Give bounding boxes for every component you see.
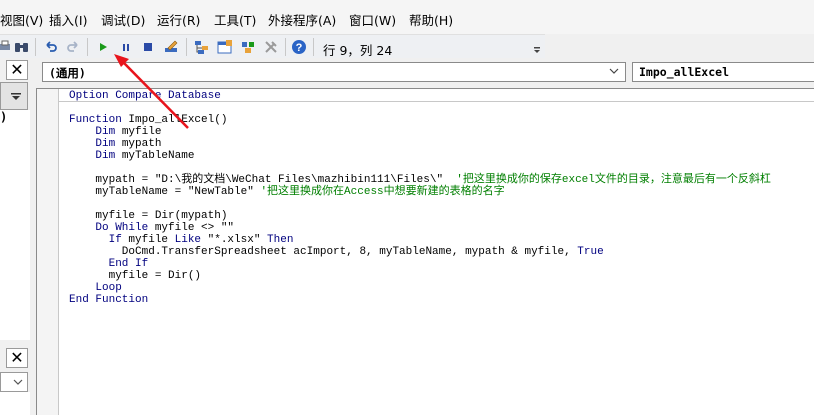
- code-text: Function Impo_allExcel(): [69, 114, 228, 126]
- run-icon[interactable]: [94, 38, 112, 56]
- code-text: Option Compare Database: [69, 90, 221, 102]
- code-text: myfile = Dir(): [69, 270, 202, 282]
- menu-bar: 视图(V) 插入(I) 调试(D) 运行(R) 工具(T) 外接程序(A) 窗口…: [0, 0, 814, 34]
- chevron-down-icon: [13, 379, 23, 385]
- toolbar-options-icon[interactable]: [533, 39, 541, 55]
- code-line[interactable]: Option Compare Database: [69, 90, 221, 102]
- design-mode-icon[interactable]: [162, 38, 180, 56]
- code-line[interactable]: Dim myTableName: [69, 150, 194, 162]
- object-dropdown[interactable]: (通用): [42, 62, 626, 82]
- properties-grid[interactable]: [0, 392, 30, 415]
- code-line[interactable]: myTableName = "NewTable" '把这里换成你在Access中…: [69, 186, 505, 198]
- code-line[interactable]: myfile = Dir(): [69, 270, 201, 282]
- tree-item-fragment: ): [0, 110, 8, 124]
- close-icon: ✕: [10, 62, 24, 79]
- menu-view[interactable]: 视图(V): [0, 10, 43, 29]
- help-icon[interactable]: ?: [290, 38, 308, 56]
- code-line[interactable]: Function Impo_allExcel(): [69, 114, 227, 126]
- code-line[interactable]: End Function: [69, 294, 148, 306]
- menu-tools[interactable]: 工具(T): [214, 10, 256, 29]
- margin-indicator-bar[interactable]: [37, 89, 59, 415]
- standard-toolbar: ? 行 9，列 24: [0, 34, 545, 58]
- undo-icon[interactable]: [42, 38, 60, 56]
- code-line[interactable]: Dim myfile: [69, 126, 161, 138]
- code-text: DoCmd.TransferSpreadsheet acImport, 8, m…: [69, 246, 604, 258]
- menu-help[interactable]: 帮助(H): [409, 10, 453, 29]
- cursor-position: 行 9，列 24: [323, 43, 393, 58]
- code-text: If myfile Like "*.xlsx" Then: [108, 234, 294, 246]
- menu-debug[interactable]: 调试(D): [101, 10, 145, 29]
- chevron-down-icon: [609, 66, 619, 77]
- code-line[interactable]: Dim mypath: [69, 138, 161, 150]
- reset-icon[interactable]: [139, 38, 157, 56]
- menu-run[interactable]: 运行(R): [157, 10, 200, 29]
- code-editor[interactable]: Option Compare Database Function Impo_all…: [36, 88, 814, 415]
- code-text: End Function: [69, 294, 149, 306]
- toolbox-icon[interactable]: [262, 38, 280, 56]
- code-text: myTableName = "NewTable": [69, 186, 261, 198]
- toolbar-separator: [87, 38, 88, 56]
- code-text: myfile = Dir(mypath): [69, 210, 228, 222]
- toolbar-separator: [313, 38, 314, 56]
- svg-text:?: ?: [296, 42, 303, 54]
- code-text: Loop: [95, 282, 122, 294]
- properties-pane-close-button[interactable]: ✕: [6, 348, 28, 368]
- close-icon: ✕: [10, 350, 24, 367]
- code-line[interactable]: Loop: [69, 282, 122, 294]
- break-icon[interactable]: [117, 38, 135, 56]
- print-icon[interactable]: [0, 38, 14, 56]
- menu-addins[interactable]: 外接程序(A): [268, 10, 336, 29]
- code-line[interactable]: myfile = Dir(mypath): [69, 210, 227, 222]
- code-text: Dim myTableName: [95, 150, 195, 162]
- redo-icon[interactable]: [64, 38, 82, 56]
- project-pane-toolbar: [0, 82, 28, 110]
- code-text: Dim mypath: [95, 138, 162, 150]
- code-text: End If: [108, 258, 149, 270]
- code-line[interactable]: mypath = "D:\我的文档\WeChat Files\mazhibin1…: [69, 174, 771, 186]
- menu-window[interactable]: 窗口(W): [349, 10, 396, 29]
- procedure-dropdown-value: Impo_allExcel: [639, 65, 730, 79]
- code-line[interactable]: End If: [69, 258, 149, 270]
- object-dropdown-value: (通用): [49, 66, 86, 80]
- code-comment: '把这里换成你在Access中想要新建的表格的名字: [260, 186, 505, 198]
- code-text: Do While myfile <> "": [95, 222, 235, 234]
- code-line[interactable]: If myfile Like "*.xlsx" Then: [69, 234, 294, 246]
- project-explorer-icon[interactable]: [193, 38, 211, 56]
- procedure-dropdown[interactable]: Impo_allExcel: [632, 62, 814, 82]
- toolbar-separator: [186, 38, 187, 56]
- code-line[interactable]: DoCmd.TransferSpreadsheet acImport, 8, m…: [69, 246, 604, 258]
- find-icon[interactable]: [13, 38, 31, 56]
- code-comment: '把这里换成你的保存excel文件的目录，注意最后有一个反斜杠: [456, 174, 771, 186]
- toolbar-separator: [35, 38, 36, 56]
- properties-object-dropdown[interactable]: [0, 372, 28, 392]
- project-pane-close-button[interactable]: ✕: [6, 60, 28, 80]
- object-browser-icon[interactable]: [239, 38, 257, 56]
- code-text: Dim myfile: [95, 126, 162, 138]
- properties-window-icon[interactable]: [216, 38, 234, 56]
- menu-insert[interactable]: 插入(I): [49, 10, 87, 29]
- project-tree[interactable]: ): [0, 110, 30, 340]
- code-text: mypath = "D:\我的文档\WeChat Files\mazhibin1…: [69, 174, 457, 186]
- code-line[interactable]: Do While myfile <> "": [69, 222, 234, 234]
- toolbar-separator: [285, 38, 286, 56]
